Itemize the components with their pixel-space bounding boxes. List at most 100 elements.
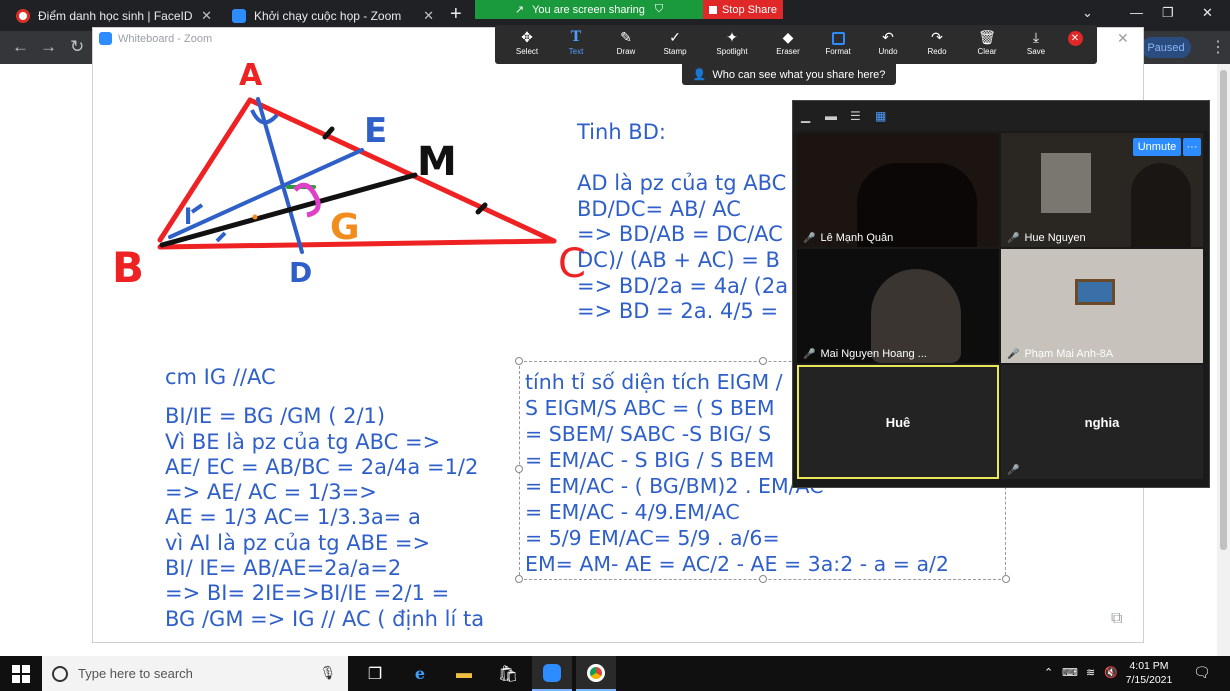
stop-share-label: Stop Share [721, 3, 778, 16]
browser-menu-icon[interactable]: ⋮ [1210, 37, 1226, 57]
taskbar-search-box[interactable]: Type here to search 🎙 [42, 656, 348, 691]
stop-share-button[interactable]: Stop Share [703, 0, 783, 19]
gallery-view-icon[interactable]: ▦ [875, 109, 886, 123]
tool-label: Eraser [776, 47, 800, 56]
tab-close-icon[interactable]: ✕ [201, 8, 212, 24]
unmute-button[interactable]: Unmute [1133, 138, 1181, 156]
participant-name: 🎤 Lê Mạnh Quân [803, 232, 893, 244]
draw-tool-button[interactable]: ✎ Draw [601, 25, 651, 64]
notifications-icon[interactable]: 🗨 [1193, 664, 1211, 681]
eraser-tool-button[interactable]: ◆ Eraser [763, 25, 813, 64]
zoom-taskbar-icon[interactable] [532, 656, 572, 691]
show-hidden-icons-icon[interactable]: ⌃ [1044, 666, 1053, 679]
participant-tile-active-speaker[interactable]: Huê [797, 365, 999, 479]
reload-icon[interactable]: ↻ [70, 37, 84, 57]
file-explorer-icon[interactable]: ▬ [444, 656, 484, 691]
sharing-status-text: You are screen sharing [532, 3, 645, 16]
sharing-icon: ↗ [514, 4, 525, 16]
forward-arrow-icon[interactable]: → [40, 37, 57, 57]
video-feed [1041, 153, 1091, 213]
whiteboard-close-icon[interactable]: ✕ [1117, 30, 1129, 47]
person-icon: 👤 [692, 69, 707, 81]
mic-muted-icon: 🎤 [1007, 232, 1020, 244]
tab-title: Khởi chạy cuộc họp - Zoom [254, 9, 402, 23]
text-line: => BD = 2a. 4/5 = [577, 299, 779, 324]
volume-muted-icon[interactable]: 🔇 [1104, 666, 1118, 679]
participant-video-panel: ▁ ▬ ☰ ▦ 🎤 Lê Mạnh Quân 🎤 Hue Nguyen Unmute… [792, 100, 1210, 488]
tab-search-chevron-icon[interactable]: ⌄ [1082, 5, 1093, 21]
redo-button[interactable]: ↷ Redo [912, 25, 962, 64]
edge-icon[interactable]: e [400, 656, 440, 691]
undo-button[interactable]: ↶ Undo [863, 25, 913, 64]
resize-handle[interactable] [515, 357, 523, 365]
participant-tile[interactable]: 🎤 Phạm Mai Anh-8A [1001, 249, 1203, 363]
save-button[interactable]: ⤓ Save [1011, 25, 1061, 64]
task-view-icon[interactable]: ❐ [355, 656, 395, 691]
text-line: => BD/AB = DC/AC [577, 222, 783, 247]
chrome-taskbar-icon[interactable] [576, 656, 616, 691]
page-scrollbar[interactable] [1217, 64, 1230, 656]
windows-start-icon[interactable] [12, 665, 30, 683]
resize-handle[interactable] [759, 357, 767, 365]
wifi-icon[interactable]: ≋ [1086, 666, 1095, 679]
resize-handle[interactable] [515, 575, 523, 583]
clear-button[interactable]: 🗑 Clear [962, 25, 1012, 64]
input-method-icon[interactable]: ⌨ [1062, 666, 1078, 679]
participant-name-text: Huê [885, 414, 911, 430]
restore-icon[interactable]: ❐ [1162, 5, 1174, 21]
format-tool-button[interactable]: Format [813, 25, 863, 64]
participant-name: 🎤 [1007, 465, 1024, 476]
text-line: AE = 1/3 AC= 1/3.3a= a [165, 505, 421, 530]
text-line: Tinh BD: [577, 120, 666, 144]
clock-time: 4:01 PM [1129, 660, 1169, 672]
mic-muted-icon: 🎤 [1007, 465, 1020, 476]
new-page-icon[interactable]: ⧉ [1111, 610, 1122, 628]
text-line: => BD/2a = 4a/ (2a [577, 273, 789, 298]
single-view-icon[interactable]: ▬ [825, 109, 837, 123]
whiteboard-text-block-1: Tinh BD: AD là pz của tg ABC BD/DC= AB/ … [577, 120, 788, 325]
participant-tile[interactable]: nghia 🎤 [1001, 365, 1203, 479]
text-tool-button[interactable]: T Text [551, 25, 601, 64]
spotlight-tool-button[interactable]: ✦ Spotlight [707, 25, 757, 64]
text-line: => AE/ AC = 1/3=> [165, 480, 377, 505]
zoom-favicon-icon [232, 9, 246, 23]
who-can-see-button[interactable]: 👤 Who can see what you share here? [682, 64, 896, 85]
paused-profile-button[interactable]: Paused [1141, 37, 1191, 58]
new-tab-plus-icon[interactable]: + [450, 3, 462, 26]
more-options-button[interactable]: ··· [1183, 138, 1201, 156]
tab-close-icon[interactable]: ✕ [423, 8, 434, 24]
text-line: vì AI là pz của tg ABE => [165, 530, 431, 555]
windows-taskbar: Type here to search 🎙 ❐ e ▬ 🛍 ⌃ ⌨ ≋ 🔇 4:… [0, 656, 1230, 691]
store-icon[interactable]: 🛍 [488, 656, 528, 691]
text-line [577, 146, 788, 172]
participant-name-text: Phạm Mai Anh-8A [1024, 348, 1114, 360]
scrollbar-thumb[interactable] [1220, 70, 1227, 550]
participant-tile[interactable]: 🎤 Lê Mạnh Quân [797, 133, 999, 247]
stamp-tool-button[interactable]: ✓ Stamp [650, 25, 700, 64]
screen: Điểm danh học sinh | FaceID ✕ Khởi chạy … [0, 0, 1230, 691]
label-d: D [289, 256, 312, 289]
taskbar-clock[interactable]: 4:01 PM 7/15/2021 [1124, 659, 1174, 687]
select-tool-button[interactable]: ✥ Select [502, 25, 552, 64]
cortana-icon [52, 665, 68, 682]
microphone-icon[interactable]: 🎙 [319, 665, 336, 681]
browser-tab-faceid[interactable]: Điểm danh học sinh | FaceID ✕ [8, 2, 220, 30]
minimize-video-icon[interactable]: ▁ [801, 109, 810, 123]
minimize-icon[interactable]: — [1130, 5, 1143, 20]
label-i: I [184, 205, 192, 230]
window-close-icon[interactable]: ✕ [1202, 5, 1213, 21]
text-line: = EM/AC - 4/9.EM/AC [525, 500, 740, 524]
participant-tile[interactable]: 🎤 Mai Nguyen Hoang ... [797, 249, 999, 363]
close-icon: ✕ [1067, 31, 1083, 46]
text-line: cm IG //AC [165, 365, 276, 389]
resize-handle[interactable] [1002, 575, 1010, 583]
resize-handle[interactable] [515, 465, 523, 473]
text-line: Vì BE là pz của tg ABC => [165, 429, 441, 454]
label-m: M [417, 139, 457, 185]
tool-label: Stamp [663, 47, 687, 56]
side-view-icon[interactable]: ☰ [850, 109, 861, 123]
back-arrow-icon[interactable]: ← [12, 37, 29, 57]
browser-tab-zoom[interactable]: Khởi chạy cuộc họp - Zoom ✕ [224, 2, 442, 30]
tool-label: Draw [616, 47, 636, 56]
close-annotation-button[interactable]: ✕ [1059, 25, 1091, 64]
